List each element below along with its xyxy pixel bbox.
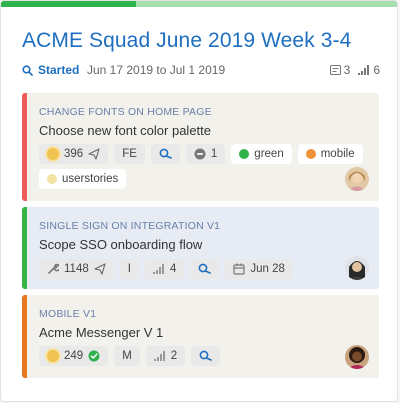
send-icon <box>88 148 100 160</box>
owner-chip[interactable] <box>190 259 220 279</box>
story-color-bar <box>22 295 27 378</box>
label-chip[interactable]: userstories <box>39 169 127 189</box>
search-icon <box>159 148 172 159</box>
owner-chip[interactable] <box>191 346 221 366</box>
owner-chip[interactable] <box>150 144 180 164</box>
search-icon <box>22 64 33 76</box>
story-card[interactable]: CHANGE FONTS ON HOME PAGE Choose new fon… <box>22 93 379 201</box>
due-date-value: Jun 28 <box>250 263 285 275</box>
story-epic[interactable]: SINGLE SIGN ON INTEGRATION V1 <box>39 220 220 232</box>
label-color-dot <box>239 149 250 159</box>
story-chips: 1148 I 4 Jun 28 <box>39 259 293 279</box>
story-color-bar <box>22 207 27 289</box>
story-chips: 249 M 2 <box>39 346 221 366</box>
estimate-chip[interactable]: 1 <box>185 144 226 164</box>
estimate-chip[interactable]: 2 <box>145 346 186 366</box>
send-icon <box>94 263 106 275</box>
points-value: 249 <box>64 350 84 362</box>
estimate-bars-icon <box>152 264 164 274</box>
story-chips-row2: userstories <box>39 169 127 189</box>
label-color-dot <box>47 174 57 184</box>
story-name[interactable]: Scope SSO onboarding flow <box>39 237 202 252</box>
avatar-image <box>345 256 369 280</box>
calendar-icon <box>233 263 245 275</box>
minus-circle-icon <box>194 148 206 160</box>
size-chip[interactable]: FE <box>114 144 145 164</box>
avatar-image <box>345 345 369 369</box>
label-text: mobile <box>320 148 355 160</box>
story-card[interactable]: SINGLE SIGN ON INTEGRATION V1 Scope SSO … <box>22 207 379 289</box>
label-chip[interactable]: green <box>231 144 292 164</box>
points-value: 1148 <box>64 263 89 275</box>
estimate-chip[interactable]: 4 <box>144 259 185 279</box>
check-circle-icon <box>88 350 100 362</box>
story-name[interactable]: Acme Messenger V 1 <box>39 325 163 340</box>
story-epic[interactable]: CHANGE FONTS ON HOME PAGE <box>39 106 212 118</box>
story-name[interactable]: Choose new font color palette <box>39 123 211 138</box>
estimate-bars-icon <box>358 65 370 75</box>
label-color-dot <box>305 149 316 159</box>
label-text: green <box>254 148 284 160</box>
story-chips: 396 FE 1 green mobile <box>39 144 363 164</box>
points-chip[interactable]: 396 <box>39 144 109 164</box>
points-total-value: 6 <box>373 63 380 77</box>
points-value: 396 <box>64 148 84 160</box>
size-chip[interactable]: M <box>114 346 140 366</box>
iteration-title[interactable]: ACME Squad June 2019 Week 3-4 <box>22 29 351 53</box>
size-chip[interactable]: I <box>119 259 139 279</box>
estimate-bars-icon <box>153 351 165 361</box>
search-icon <box>198 263 212 274</box>
iteration-counts: 3 6 <box>329 63 380 77</box>
story-color-bar <box>22 93 27 201</box>
avatar[interactable] <box>345 167 369 191</box>
status-started[interactable]: Started <box>22 63 79 77</box>
size-value: M <box>122 350 132 362</box>
estimate-value: 1 <box>210 148 218 160</box>
iteration-progress-fill <box>1 1 136 7</box>
story-epic[interactable]: MOBILE V1 <box>39 308 96 320</box>
size-value: FE <box>122 148 137 160</box>
label-chip[interactable]: mobile <box>297 144 363 164</box>
size-value: I <box>127 263 131 275</box>
iteration-meta: Started Jun 17 2019 to Jul 1 2019 3 6 <box>22 63 380 79</box>
avatar[interactable] <box>345 345 369 369</box>
avatar-image <box>345 167 369 191</box>
story-count: 3 <box>329 63 351 77</box>
iteration-card: ACME Squad June 2019 Week 3-4 Started Ju… <box>0 0 398 402</box>
story-card[interactable]: MOBILE V1 Acme Messenger V 1 249 M 2 <box>22 295 379 378</box>
points-chip[interactable]: 249 <box>39 346 109 366</box>
points-total: 6 <box>358 63 380 77</box>
wrench-icon <box>48 263 59 274</box>
points-chip[interactable]: 1148 <box>39 259 114 279</box>
avatar[interactable] <box>345 256 369 280</box>
search-icon <box>199 350 212 361</box>
sun-icon <box>47 350 59 362</box>
sun-icon <box>47 148 59 160</box>
due-date-chip[interactable]: Jun 28 <box>225 259 293 279</box>
story-count-value: 3 <box>343 63 351 77</box>
label-text: userstories <box>62 173 119 185</box>
iteration-dates: Jun 17 2019 to Jul 1 2019 <box>87 63 226 77</box>
iteration-progress-bar <box>1 1 397 7</box>
story-icon <box>329 65 341 75</box>
estimate-value: 4 <box>169 263 177 275</box>
estimate-value: 2 <box>170 350 178 362</box>
status-label: Started <box>38 63 80 77</box>
